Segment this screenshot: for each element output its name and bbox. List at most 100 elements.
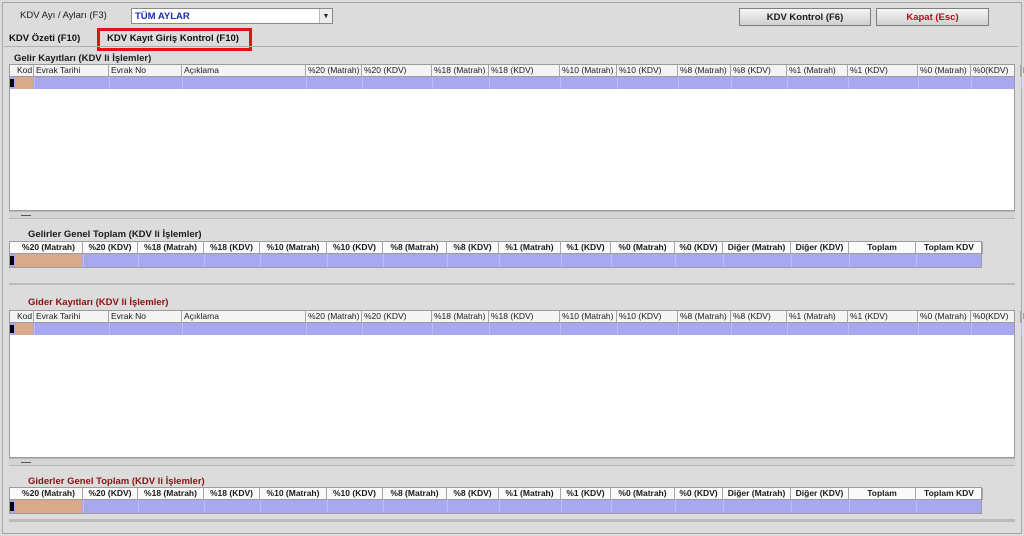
gider-total-column-header[interactable]: Toplam KDV	[916, 488, 983, 500]
gelir-total-grid[interactable]: %20 (Matrah) %20 (KDV) %18 (Matrah) %18 (KD…	[9, 241, 983, 268]
row-indicator-icon	[10, 256, 14, 265]
gider-total-column-header[interactable]: %8 (KDV)	[447, 488, 499, 500]
gider-total-column-header[interactable]: Diğer (Matrah)	[723, 488, 791, 500]
cell-divider	[678, 323, 679, 335]
gider-column-header[interactable]: %18 (KDV)	[489, 311, 560, 323]
gider-column-header[interactable]: Kod	[15, 311, 34, 323]
gelir-column-header[interactable]: %20 (KDV)	[362, 65, 432, 77]
gelir-total-column-header[interactable]: %10 (Matrah)	[260, 242, 327, 254]
gelir-total-column-header[interactable]: Toplam	[849, 242, 916, 254]
gelir-column-header[interactable]: Kod	[15, 65, 34, 77]
gelir-total-column-header[interactable]: Toplam KDV	[916, 242, 983, 254]
gelir-total-column-header[interactable]: %1 (Matrah)	[499, 242, 561, 254]
gelir-grid[interactable]: Kod Evrak Tarihi Evrak No Açıklama %20 (Matr…	[9, 64, 1024, 211]
gelir-column-header[interactable]: Açıklama	[182, 65, 306, 77]
gelir-total-column-header[interactable]: %0 (KDV)	[675, 242, 723, 254]
gider-column-header[interactable]: %10 (KDV)	[617, 311, 678, 323]
gelir-total-column-header[interactable]: %0 (Matrah)	[611, 242, 675, 254]
gider-total-grid[interactable]: %20 (Matrah) %20 (KDV) %18 (Matrah) %18 (KD…	[9, 487, 983, 514]
gider-total-column-header[interactable]: %10 (Matrah)	[260, 488, 327, 500]
gelir-column-header[interactable]: %18 (Matrah)	[432, 65, 489, 77]
cell-divider	[447, 254, 448, 267]
gelir-splitter[interactable]	[9, 211, 1015, 219]
gelir-total-column-header[interactable]: %18 (Matrah)	[138, 242, 204, 254]
gelir-column-header[interactable]: %10 (Matrah)	[560, 65, 617, 77]
gider-column-header[interactable]: %10 (Matrah)	[560, 311, 617, 323]
gelir-column-header[interactable]: %8 (Matrah)	[678, 65, 731, 77]
gider-column-header[interactable]: Açıklama	[182, 311, 306, 323]
gider-column-header[interactable]: %1 (Matrah)	[787, 311, 848, 323]
cell-divider	[675, 254, 676, 267]
tab-kdv-kayit-giris-kontrol[interactable]: KDV Kayıt Giriş Kontrol (F10)	[97, 28, 252, 51]
gelir-column-header[interactable]: Evrak No	[109, 65, 182, 77]
gider-total-column-header[interactable]: Diğer (KDV)	[791, 488, 849, 500]
period-select[interactable]: TÜM AYLAR ▼	[131, 8, 333, 24]
gider-column-header[interactable]: %20 (KDV)	[362, 311, 432, 323]
gider-current-cell[interactable]	[15, 323, 33, 335]
gider-total-column-header[interactable]: %10 (KDV)	[327, 488, 383, 500]
cell-divider	[447, 500, 448, 513]
gider-total-column-header[interactable]: %18 (Matrah)	[138, 488, 204, 500]
gelir-total-column-header[interactable]: %20 (Matrah)	[15, 242, 83, 254]
gelir-column-header[interactable]: %8 (KDV)	[731, 65, 787, 77]
gelir-total-current-cell[interactable]	[15, 254, 82, 267]
gider-column-header[interactable]: %1 (KDV)	[848, 311, 918, 323]
gider-total-column-header[interactable]: Toplam	[849, 488, 916, 500]
gelir-total-column-header[interactable]: %8 (KDV)	[447, 242, 499, 254]
gider-total-column-header[interactable]: %20 (KDV)	[83, 488, 138, 500]
gider-total-column-header[interactable]: %0 (KDV)	[675, 488, 723, 500]
gelir-current-cell[interactable]	[15, 77, 33, 89]
gider-grid-row[interactable]	[10, 323, 1022, 335]
cell-divider	[499, 500, 500, 513]
gelir-column-header[interactable]: %10 (KDV)	[617, 65, 678, 77]
cell-divider	[918, 77, 919, 89]
gelir-column-header[interactable]: %0 (Matrah)	[918, 65, 971, 77]
gelir-column-header[interactable]: %1 (Matrah)	[787, 65, 848, 77]
gider-column-header[interactable]: %0(KDV)	[971, 311, 1021, 323]
gider-total-row[interactable]	[10, 500, 981, 513]
gelir-column-header[interactable]: Evrak Tarihi	[34, 65, 109, 77]
gider-total-column-header[interactable]: %1 (Matrah)	[499, 488, 561, 500]
cell-divider	[675, 500, 676, 513]
gelir-grid-row[interactable]	[10, 77, 1022, 89]
gider-grid[interactable]: Kod Evrak Tarihi Evrak No Açıklama %20 (Matr…	[9, 310, 1024, 458]
chevron-down-icon[interactable]: ▼	[319, 9, 332, 23]
gider-total-current-cell[interactable]	[15, 500, 82, 513]
gelir-column-header[interactable]: %0(KDV)	[971, 65, 1021, 77]
gider-total-column-header[interactable]: %18 (KDV)	[204, 488, 260, 500]
gider-splitter[interactable]	[9, 458, 1015, 466]
tab-kdv-ozeti[interactable]: KDV Özeti (F10)	[9, 33, 80, 44]
kapat-button[interactable]: Kapat (Esc)	[876, 8, 989, 26]
gelir-total-column-header[interactable]: %8 (Matrah)	[383, 242, 447, 254]
gider-total-column-header[interactable]: %0 (Matrah)	[611, 488, 675, 500]
gelir-total-column-header[interactable]: %10 (KDV)	[327, 242, 383, 254]
cell-divider	[971, 323, 972, 335]
grip-icon	[21, 215, 31, 216]
gelir-total-column-header[interactable]: Diğer (KDV)	[791, 242, 849, 254]
gelir-total-row[interactable]	[10, 254, 981, 267]
gelir-column-header[interactable]: %20 (Matrah)	[306, 65, 362, 77]
gider-column-header[interactable]: %0 (Matrah)	[918, 311, 971, 323]
cell-divider	[182, 77, 183, 89]
cell-divider	[432, 77, 433, 89]
gelir-total-column-header[interactable]: %20 (KDV)	[83, 242, 138, 254]
gelir-total-column-header[interactable]: Diğer (Matrah)	[723, 242, 791, 254]
gider-column-header[interactable]: %8 (Matrah)	[678, 311, 731, 323]
gider-column-header[interactable]: Evrak No	[109, 311, 182, 323]
cell-divider	[138, 254, 139, 267]
gider-total-column-header[interactable]: %20 (Matrah)	[15, 488, 83, 500]
gelir-column-header[interactable]: %18 (KDV)	[489, 65, 560, 77]
gider-total-column-header[interactable]: %1 (KDV)	[561, 488, 611, 500]
gelir-column-header[interactable]: %1 (KDV)	[848, 65, 918, 77]
period-select-value: TÜM AYLAR	[135, 11, 190, 22]
gider-column-header[interactable]: %20 (Matrah)	[306, 311, 362, 323]
gider-column-header[interactable]: %8 (KDV)	[731, 311, 787, 323]
gider-total-column-header[interactable]: %8 (Matrah)	[383, 488, 447, 500]
gelir-total-column-header[interactable]: %1 (KDV)	[561, 242, 611, 254]
gider-column-header[interactable]: Evrak Tarihi	[34, 311, 109, 323]
gelir-total-column-header[interactable]: %18 (KDV)	[204, 242, 260, 254]
bottom-separator	[9, 519, 1015, 522]
row-indicator-icon	[10, 79, 14, 87]
gider-column-header[interactable]: %18 (Matrah)	[432, 311, 489, 323]
kdv-kontrol-button[interactable]: KDV Kontrol (F6)	[739, 8, 871, 26]
